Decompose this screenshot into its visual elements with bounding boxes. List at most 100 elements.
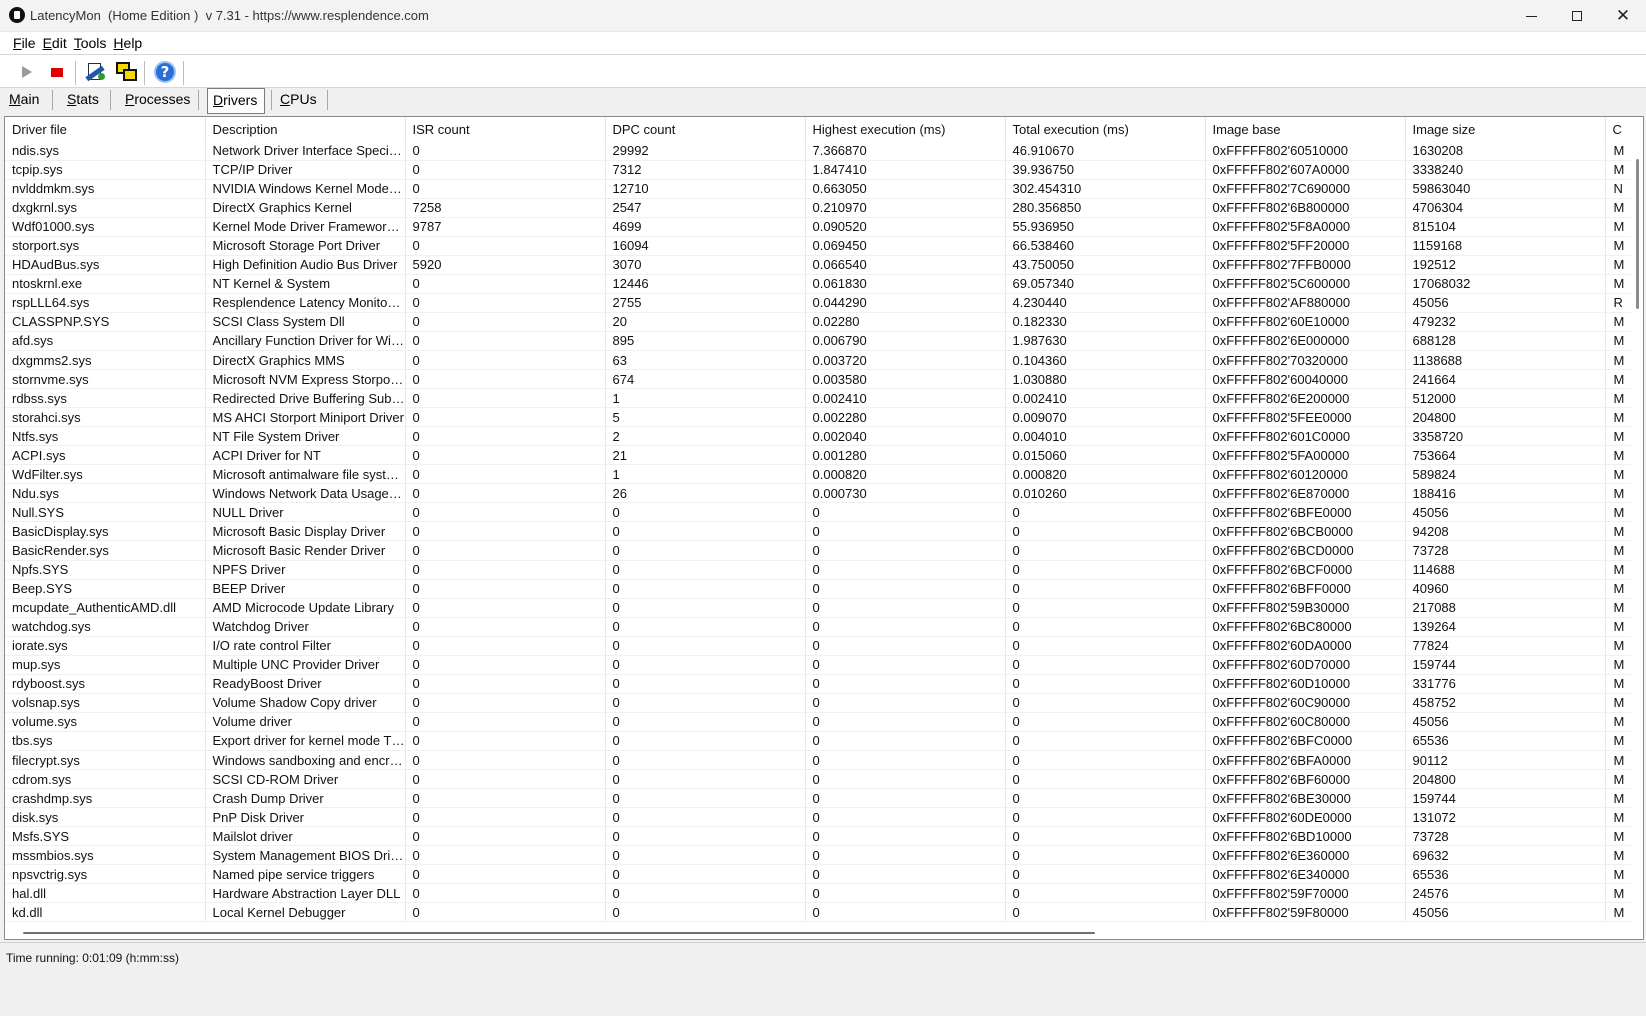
column-header[interactable]: DPC count	[605, 117, 806, 141]
tab-separator	[198, 90, 199, 110]
table-row[interactable]: rdyboost.sys ReadyBoost Driver 0 0 0 0 0xFFFFF…	[5, 674, 1643, 694]
table-cell: NULL Driver	[205, 502, 406, 523]
table-row[interactable]: Wdf01000.sys Kernel Mode Driver Framework…	[5, 217, 1643, 237]
column-header[interactable]: Driver file	[5, 117, 206, 141]
table-row[interactable]: ndis.sys Network Driver Interface Specifi…	[5, 141, 1643, 161]
table-cell: 0	[1005, 750, 1206, 771]
table-row[interactable]: hal.dll Hardware Abstraction Layer DLL 0 0 0…	[5, 883, 1643, 904]
column-header[interactable]: Total execution (ms)	[1005, 117, 1206, 141]
table-row[interactable]: watchdog.sys Watchdog Driver 0 0 0 0 0xFFFFF80…	[5, 617, 1643, 637]
table-cell: 59863040	[1405, 179, 1606, 199]
table-cell: 0.003580	[805, 369, 1006, 390]
tab-stats[interactable]: Stats	[67, 88, 99, 112]
table-row[interactable]: BasicRender.sys Microsoft Basic Render Dr…	[5, 540, 1643, 561]
table-row[interactable]: mssmbios.sys System Management BIOS Drive…	[5, 845, 1643, 866]
table-row[interactable]: crashdmp.sys Crash Dump Driver 0 0 0 0 0xFFFFF…	[5, 788, 1643, 809]
table-row[interactable]: Beep.SYS BEEP Driver 0 0 0 0 0xFFFFF802'6BFF00…	[5, 579, 1643, 599]
table-row[interactable]: ACPI.sys ACPI Driver for NT 0 21 0.001280 0.0…	[5, 445, 1643, 466]
table-row[interactable]: BasicDisplay.sys Microsoft Basic Display …	[5, 521, 1643, 542]
table-cell: HDAudBus.sys	[5, 255, 206, 275]
table-cell: 7312	[605, 160, 806, 180]
help-button[interactable]: ?	[152, 59, 178, 85]
table-row[interactable]: CLASSPNP.SYS SCSI Class System Dll 0 20 0.02…	[5, 312, 1643, 332]
table-row[interactable]: filecrypt.sys Windows sandboxing and encr…	[5, 750, 1643, 771]
table-cell: Redirected Drive Buffering SubSystem Dri…	[205, 388, 406, 409]
vertical-scroll-thumb[interactable]	[1636, 159, 1639, 309]
table-row[interactable]: afd.sys Ancillary Function Driver for Win…	[5, 331, 1643, 352]
table-cell: Msfs.SYS	[5, 826, 206, 847]
table-cell: Multiple UNC Provider Driver	[205, 655, 406, 675]
table-cell: 0	[405, 788, 606, 809]
close-button[interactable]: ✕	[1600, 0, 1646, 32]
table-cell: 0	[1005, 674, 1206, 694]
table-row[interactable]: Ndu.sysWindows Network Data Usage Monito…	[5, 483, 1643, 504]
table-row[interactable]: dxgkrnl.sys DirectX Graphics Kernel 7258 25…	[5, 198, 1643, 218]
table-row[interactable]: Msfs.SYS Mailslot driver 0 0 0 0 0xFFFFF802'6B…	[5, 826, 1643, 847]
table-row[interactable]: WdFilter.sys Microsoft antimalware file s…	[5, 464, 1643, 485]
table-cell: 0	[405, 617, 606, 637]
column-header[interactable]: Highest execution (ms)	[805, 117, 1006, 141]
table-row[interactable]: volume.sys Volume driver 0 0 0 0 0xFFFFF802'60…	[5, 712, 1643, 732]
table-row[interactable]: stornvme.sys Microsoft NVM Express Storpo…	[5, 369, 1643, 390]
table-row[interactable]: tcpip.sys TCP/IP Driver 0 7312 1.847410 39.93…	[5, 160, 1643, 180]
table-cell: 0xFFFFF802'6BFC0000	[1205, 731, 1406, 752]
tab-main[interactable]: Main	[9, 88, 39, 112]
column-header[interactable]: C	[1605, 117, 1643, 141]
table-row[interactable]: HDAudBus.sys High Definition Audio Bus Dr…	[5, 255, 1643, 275]
table-cell: dxgkrnl.sys	[5, 198, 206, 218]
table-row[interactable]: storport.sys Microsoft Storage Port Drive…	[5, 236, 1643, 256]
windows-button[interactable]	[114, 59, 140, 85]
table-cell: 1	[605, 464, 806, 485]
horizontal-scroll-thumb[interactable]	[23, 932, 1095, 934]
table-row[interactable]: ntoskrnl.exe NT Kernel & System 0 12446 0.06…	[5, 274, 1643, 294]
table-row[interactable]: npsvctrig.sys Named pipe service triggers…	[5, 864, 1643, 885]
table-cell: 0	[405, 636, 606, 656]
table-row[interactable]: nvlddmkm.sys NVIDIA Windows Kernel Mode D…	[5, 179, 1643, 199]
table-row[interactable]: volsnap.sys Volume Shadow Copy driver 0 0 0 0…	[5, 693, 1643, 713]
column-header[interactable]: Image size	[1405, 117, 1606, 141]
table-row[interactable]: mup.sys Multiple UNC Provider Driver 0 0 0 0 0…	[5, 655, 1643, 675]
table-cell: 0	[405, 141, 606, 161]
table-cell: 0	[805, 636, 1006, 656]
table-row[interactable]: dxgmms2.sys DirectX Graphics MMS 0 63 0.0037…	[5, 350, 1643, 371]
table-cell: Resplendence Latency Monitoring and Auxi…	[205, 293, 406, 313]
table-row[interactable]: storahci.sys MS AHCI Storport Miniport Dr…	[5, 407, 1643, 428]
tab-drivers[interactable]: Drivers	[207, 88, 265, 114]
column-header[interactable]: ISR count	[405, 117, 606, 141]
menu-file[interactable]: File	[13, 35, 36, 51]
table-row[interactable]: tbs.sysExport driver for kernel mode TPM…	[5, 731, 1643, 752]
menu-help[interactable]: Help	[113, 35, 142, 51]
table-row[interactable]: Npfs.SYS NPFS Driver 0 0 0 0 0xFFFFF802'6BCF00…	[5, 560, 1643, 580]
tab-processes[interactable]: Processes	[125, 88, 190, 112]
tab-cpus[interactable]: CPUs	[280, 88, 317, 112]
horizontal-scrollbar[interactable]	[5, 925, 1643, 939]
stop-button[interactable]	[44, 59, 70, 85]
table-row[interactable]: rdbss.sys Redirected Drive Buffering SubS…	[5, 388, 1643, 409]
table-cell: Ancillary Function Driver for WinSock	[205, 331, 406, 352]
table-cell: 0.001280	[805, 445, 1006, 466]
table-cell: 0xFFFFF802'AF880000	[1205, 293, 1406, 313]
table-row[interactable]: kd.dll Local Kernel Debugger 0 0 0 0 0xFFFFF80…	[5, 902, 1643, 923]
table-cell: 0	[405, 540, 606, 561]
column-header[interactable]: Description	[205, 117, 406, 141]
table-row[interactable]: disk.sys PnP Disk Driver 0 0 0 0 0xFFFFF802'60…	[5, 807, 1643, 828]
table-row[interactable]: iorate.sys I/O rate control Filter 0 0 0 0 0xF…	[5, 636, 1643, 656]
table-cell: afd.sys	[5, 331, 206, 352]
start-button[interactable]	[14, 59, 40, 85]
table-row[interactable]: rspLLL64.sys Resplendence Latency Monitor…	[5, 293, 1643, 313]
menu-tools[interactable]: Tools	[74, 35, 107, 51]
report-button[interactable]	[82, 59, 108, 85]
minimize-button[interactable]	[1508, 0, 1554, 32]
menu-edit[interactable]: Edit	[43, 35, 67, 51]
table-cell: volume.sys	[5, 712, 206, 732]
table-row[interactable]: mcupdate_AuthenticAMD.dll AMD Microcode U…	[5, 598, 1643, 618]
table-row[interactable]: Ntfs.sys NT File System Driver 0 2 0.002040 0…	[5, 426, 1643, 447]
table-cell: 0xFFFFF802'6BE30000	[1205, 788, 1406, 809]
toolbar-separator	[75, 61, 76, 85]
column-header[interactable]: Image base	[1205, 117, 1406, 141]
window-title: LatencyMon (Home Edition ) v 7.31 - http…	[30, 8, 429, 23]
table-row[interactable]: Null.SYS NULL Driver 0 0 0 0 0xFFFFF802'6BFE00…	[5, 502, 1643, 523]
vertical-scrollbar[interactable]	[1631, 141, 1643, 927]
maximize-button[interactable]	[1554, 0, 1600, 32]
table-row[interactable]: cdrom.sys SCSI CD-ROM Driver 0 0 0 0 0xFFFFF80…	[5, 769, 1643, 790]
